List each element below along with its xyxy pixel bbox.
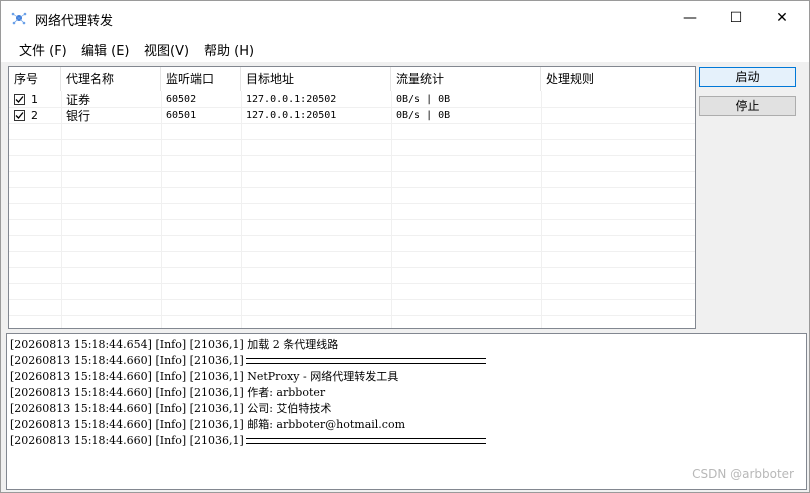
col-header-target[interactable]: 目标地址 <box>241 67 391 91</box>
checkmark-icon <box>15 112 24 119</box>
grid-row-line <box>9 219 695 220</box>
log-line: [20260813 15:18:44.660] [Info] [21036,1] <box>10 433 486 449</box>
log-line: [20260813 15:18:44.660] [Info] [21036,1]… <box>10 385 325 401</box>
table-header: 序号 代理名称 监听端口 目标地址 流量统计 处理规则 <box>9 67 695 91</box>
menu-view[interactable]: 视图(V) <box>144 40 189 59</box>
app-icon <box>11 12 27 25</box>
table-row[interactable]: 2 银行 60501 127.0.0.1:20501 0B/s | 0B <box>9 108 695 124</box>
row-port: 60501 <box>166 110 197 121</box>
log-line: [20260813 15:18:44.654] [Info] [21036,1]… <box>10 337 338 353</box>
log-line: [20260813 15:18:44.660] [Info] [21036,1]… <box>10 417 405 433</box>
row-name: 证券 <box>66 93 91 107</box>
col-header-index[interactable]: 序号 <box>9 67 61 91</box>
row-name: 银行 <box>66 109 91 123</box>
window-title: 网络代理转发 <box>35 14 114 29</box>
separator-line <box>245 358 486 364</box>
log-text: [20260813 15:18:44.660] [Info] [21036,1] <box>10 434 244 447</box>
stop-button[interactable]: 停止 <box>699 96 796 116</box>
title-bar[interactable]: 网络代理转发 — ☐ ✕ <box>1 1 809 34</box>
maximize-icon: ☐ <box>729 9 743 26</box>
log-text: [20260813 15:18:44.660] [Info] [21036,1]… <box>10 418 406 431</box>
grid-row-line <box>9 235 695 236</box>
log-text: [20260813 15:18:44.654] [Info] [21036,1]… <box>10 338 339 351</box>
menu-help[interactable]: 帮助 (H) <box>204 40 254 59</box>
grid-col-line <box>161 91 162 328</box>
grid-row-line <box>9 155 695 156</box>
proxy-table[interactable]: 序号 代理名称 监听端口 目标地址 流量统计 处理规则 1 证券 60502 1… <box>8 66 696 329</box>
grid-row-line <box>9 187 695 188</box>
grid-col-line <box>61 91 62 328</box>
grid-row-line <box>9 267 695 268</box>
log-text: [20260813 15:18:44.660] [Info] [21036,1]… <box>10 402 332 415</box>
table-row[interactable]: 1 证券 60502 127.0.0.1:20502 0B/s | 0B <box>9 92 695 108</box>
maximize-button[interactable]: ☐ <box>713 1 759 34</box>
grid-row-line <box>9 283 695 284</box>
row-target: 127.0.0.1:20501 <box>246 110 337 121</box>
row-index: 2 <box>31 109 38 122</box>
grid-row-line <box>9 203 695 204</box>
grid-col-line <box>241 91 242 328</box>
row-index: 1 <box>31 93 38 106</box>
col-header-name[interactable]: 代理名称 <box>61 67 161 91</box>
row-checkbox[interactable] <box>14 94 25 105</box>
grid-col-line <box>541 91 542 328</box>
row-traffic: 0B/s | 0B <box>396 94 451 105</box>
checkmark-icon <box>15 96 24 103</box>
col-header-traffic[interactable]: 流量统计 <box>391 67 541 91</box>
close-icon: ✕ <box>776 9 788 26</box>
log-line: [20260813 15:18:44.660] [Info] [21036,1] <box>10 353 486 369</box>
row-port: 60502 <box>166 94 197 105</box>
log-text: [20260813 15:18:44.660] [Info] [21036,1] <box>10 354 244 367</box>
log-text: [20260813 15:18:44.660] [Info] [21036,1]… <box>10 370 399 383</box>
separator-line <box>245 438 486 444</box>
minimize-button[interactable]: — <box>667 1 713 34</box>
col-header-port[interactable]: 监听端口 <box>161 67 241 91</box>
close-button[interactable]: ✕ <box>759 1 805 34</box>
row-checkbox[interactable] <box>14 110 25 121</box>
watermark: CSDN @arbboter <box>692 467 794 481</box>
log-line: [20260813 15:18:44.660] [Info] [21036,1]… <box>10 369 398 385</box>
start-button[interactable]: 启动 <box>699 67 796 87</box>
grid-row-line <box>9 139 695 140</box>
log-panel[interactable]: [20260813 15:18:44.654] [Info] [21036,1]… <box>6 333 807 490</box>
grid-row-line <box>9 251 695 252</box>
grid-col-line <box>391 91 392 328</box>
app-window: 网络代理转发 — ☐ ✕ 文件 (F) 编辑 (E) 视图(V) 帮助 (H) … <box>0 0 810 493</box>
log-line: [20260813 15:18:44.660] [Info] [21036,1]… <box>10 401 331 417</box>
menu-edit[interactable]: 编辑 (E) <box>81 40 130 59</box>
menu-bar: 文件 (F) 编辑 (E) 视图(V) 帮助 (H) <box>1 34 809 62</box>
minimize-icon: — <box>683 9 697 26</box>
grid-row-line <box>9 299 695 300</box>
row-traffic: 0B/s | 0B <box>396 110 451 121</box>
grid-row-line <box>9 315 695 316</box>
grid-row-line <box>9 171 695 172</box>
col-header-rule[interactable]: 处理规则 <box>541 67 695 91</box>
row-target: 127.0.0.1:20502 <box>246 94 337 105</box>
menu-file[interactable]: 文件 (F) <box>19 40 67 59</box>
log-text: [20260813 15:18:44.660] [Info] [21036,1]… <box>10 386 326 399</box>
